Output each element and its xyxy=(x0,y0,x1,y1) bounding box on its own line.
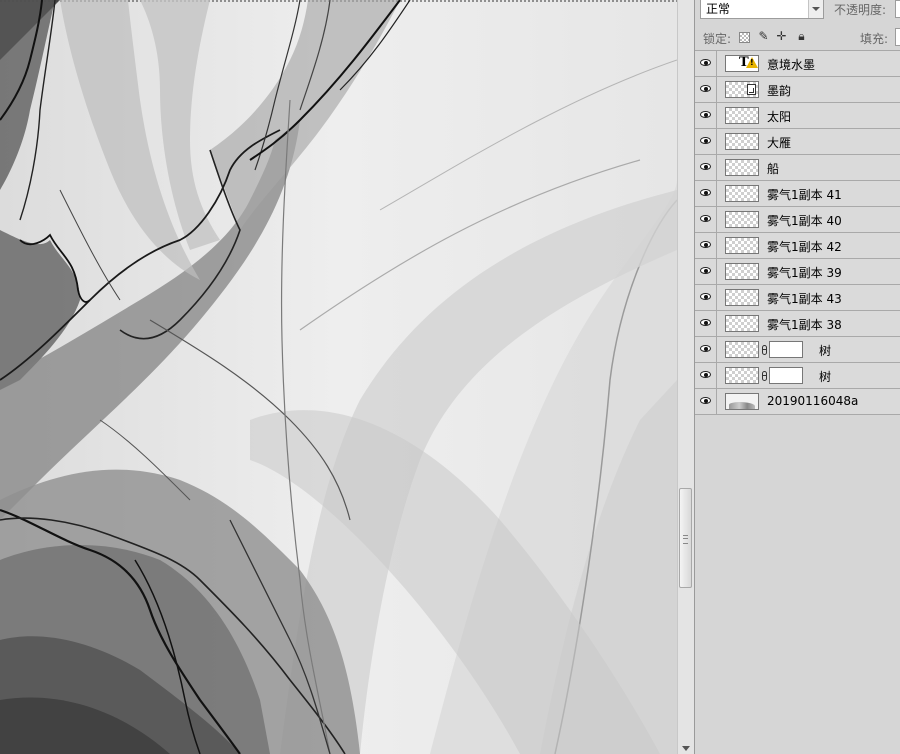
layer-row[interactable]: 雾气1副本 42 xyxy=(695,233,900,259)
visibility-toggle[interactable] xyxy=(695,207,717,232)
canvas-vertical-scrollbar[interactable] xyxy=(677,0,694,754)
visibility-toggle[interactable] xyxy=(695,233,717,258)
scrollbar-thumb[interactable] xyxy=(679,488,692,588)
fill-label: 填充: xyxy=(860,32,889,46)
layer-row[interactable]: 雾气1副本 40 xyxy=(695,207,900,233)
lock-transparent-pixels-icon[interactable] xyxy=(739,32,750,43)
layer-name[interactable]: 树 xyxy=(819,368,831,385)
visibility-toggle[interactable] xyxy=(695,51,717,76)
visibility-toggle[interactable] xyxy=(695,259,717,284)
layer-row[interactable]: 雾气1副本 41 xyxy=(695,181,900,207)
eye-icon[interactable] xyxy=(700,215,711,222)
eye-icon[interactable] xyxy=(700,397,711,404)
layer-row[interactable]: 墨韵 xyxy=(695,77,900,103)
chevron-down-icon[interactable] xyxy=(808,0,823,18)
layer-row[interactable]: 20190116048a xyxy=(695,389,900,415)
layer-name[interactable]: 20190116048a xyxy=(767,394,858,408)
layer-name[interactable]: 意境水墨 xyxy=(767,56,815,73)
layer-name[interactable]: 太阳 xyxy=(767,108,791,125)
ink-artwork xyxy=(0,0,677,754)
layer-thumbnail xyxy=(725,263,759,280)
eye-icon[interactable] xyxy=(700,59,711,66)
layers-panel: 正常 不透明度: 锁定: ✎ ✛ 🔒︎ 填充: T 意境水墨 xyxy=(694,0,900,754)
opacity-input[interactable] xyxy=(895,0,900,18)
layer-row[interactable]: 雾气1副本 38 xyxy=(695,311,900,337)
layer-row[interactable]: 雾气1副本 39 xyxy=(695,259,900,285)
scroll-down-icon[interactable] xyxy=(682,746,690,751)
visibility-toggle[interactable] xyxy=(695,103,717,128)
layer-row[interactable]: 树 xyxy=(695,363,900,389)
eye-icon[interactable] xyxy=(700,137,711,144)
visibility-toggle[interactable] xyxy=(695,363,717,388)
layer-row[interactable]: 树 xyxy=(695,337,900,363)
layer-name[interactable]: 墨韵 xyxy=(767,82,791,99)
opacity-label: 不透明度: xyxy=(834,3,887,17)
visibility-toggle[interactable] xyxy=(695,337,717,362)
visibility-toggle[interactable] xyxy=(695,77,717,102)
visibility-toggle[interactable] xyxy=(695,155,717,180)
eye-icon[interactable] xyxy=(700,163,711,170)
document-canvas[interactable] xyxy=(0,0,677,754)
layer-name[interactable]: 船 xyxy=(767,160,779,177)
blend-mode-select[interactable]: 正常 xyxy=(700,0,824,19)
layer-name[interactable]: 雾气1副本 39 xyxy=(767,264,842,281)
eye-icon[interactable] xyxy=(700,241,711,248)
warning-icon xyxy=(746,57,758,68)
lock-row: 锁定: ✎ ✛ 🔒︎ 填充: xyxy=(695,26,900,48)
layer-thumbnail xyxy=(725,341,759,358)
lock-all-padlock-icon[interactable]: 🔒︎ xyxy=(795,30,808,43)
text-layer-thumbnail: T xyxy=(725,55,759,72)
layer-thumbnail xyxy=(725,211,759,228)
lock-image-pixels-brush-icon[interactable]: ✎ xyxy=(757,30,770,43)
lock-label: 锁定: xyxy=(703,32,732,46)
visibility-toggle[interactable] xyxy=(695,129,717,154)
layer-thumbnail xyxy=(725,315,759,332)
eye-icon[interactable] xyxy=(700,111,711,118)
layer-row[interactable]: 大雁 xyxy=(695,129,900,155)
layer-name[interactable]: 雾气1副本 43 xyxy=(767,290,842,307)
eye-icon[interactable] xyxy=(700,345,711,352)
layer-thumbnail xyxy=(725,81,759,98)
eye-icon[interactable] xyxy=(700,189,711,196)
layers-list: T 意境水墨 墨韵 太阳 大雁 船 xyxy=(695,51,900,415)
chain-link-icon[interactable] xyxy=(762,345,767,355)
layer-mask-thumbnail[interactable] xyxy=(769,341,803,358)
layer-name[interactable]: 雾气1副本 40 xyxy=(767,212,842,229)
layer-name[interactable]: 大雁 xyxy=(767,134,791,151)
visibility-toggle[interactable] xyxy=(695,181,717,206)
layer-thumbnail xyxy=(725,289,759,306)
layer-thumbnail xyxy=(725,367,759,384)
layer-name[interactable]: 雾气1副本 41 xyxy=(767,186,842,203)
visibility-toggle[interactable] xyxy=(695,285,717,310)
eye-icon[interactable] xyxy=(700,85,711,92)
lock-position-move-icon[interactable]: ✛ xyxy=(775,30,788,43)
visibility-toggle[interactable] xyxy=(695,389,717,414)
fill-input[interactable] xyxy=(895,28,900,46)
layer-name[interactable]: 树 xyxy=(819,342,831,359)
visibility-toggle[interactable] xyxy=(695,311,717,336)
blend-row: 正常 不透明度: xyxy=(695,0,900,22)
layer-thumbnail xyxy=(725,133,759,150)
layer-thumbnail xyxy=(725,237,759,254)
layer-mask-thumbnail[interactable] xyxy=(769,367,803,384)
eye-icon[interactable] xyxy=(700,267,711,274)
smart-object-icon xyxy=(747,84,756,95)
layer-row[interactable]: 雾气1副本 43 xyxy=(695,285,900,311)
eye-icon[interactable] xyxy=(700,293,711,300)
photo-layer-thumbnail xyxy=(725,393,759,410)
layer-row[interactable]: T 意境水墨 xyxy=(695,51,900,77)
eye-icon[interactable] xyxy=(700,319,711,326)
eye-icon[interactable] xyxy=(700,371,711,378)
layer-name[interactable]: 雾气1副本 42 xyxy=(767,238,842,255)
layer-thumbnail xyxy=(725,107,759,124)
layer-row[interactable]: 船 xyxy=(695,155,900,181)
layer-name[interactable]: 雾气1副本 38 xyxy=(767,316,842,333)
chain-link-icon[interactable] xyxy=(762,371,767,381)
layer-row[interactable]: 太阳 xyxy=(695,103,900,129)
layer-thumbnail xyxy=(725,159,759,176)
layer-thumbnail xyxy=(725,185,759,202)
blend-mode-value: 正常 xyxy=(706,2,731,16)
